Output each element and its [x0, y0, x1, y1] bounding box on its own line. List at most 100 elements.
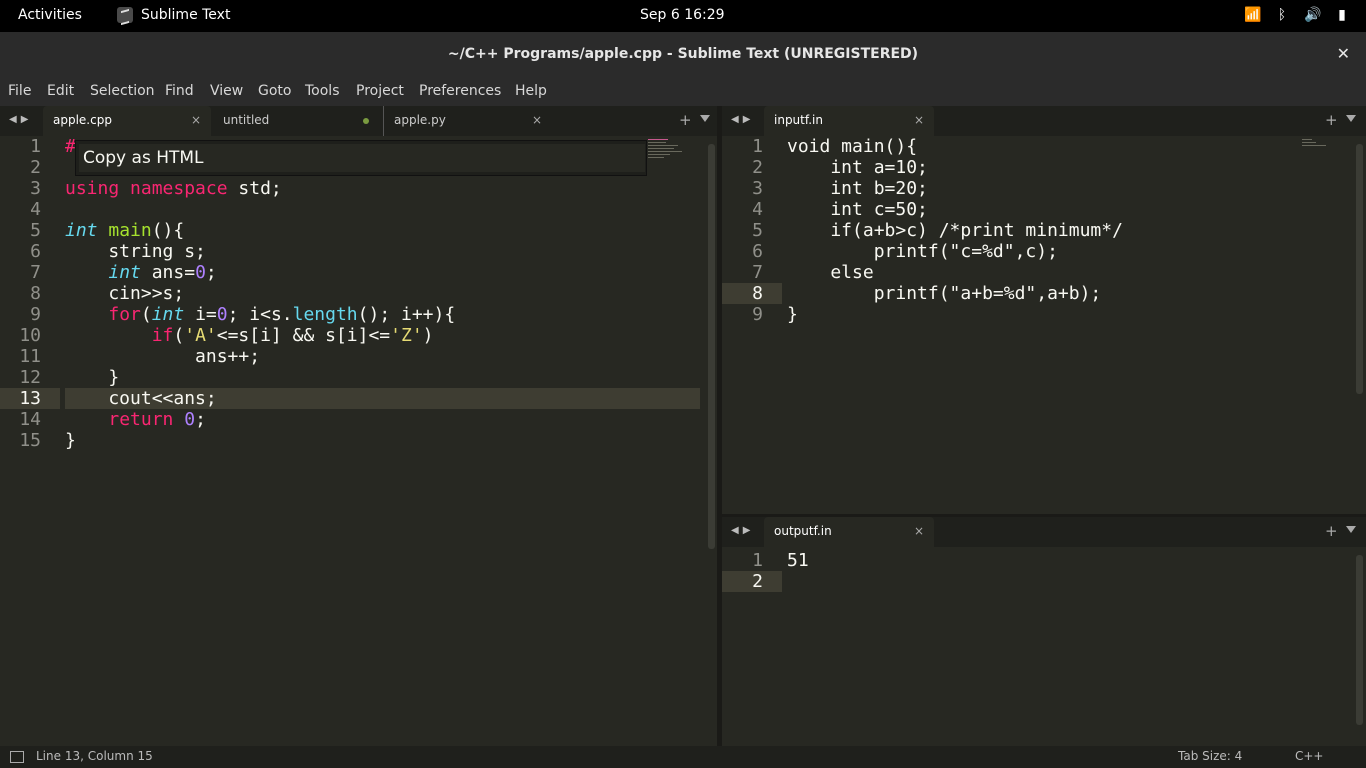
tab-apple-cpp[interactable]: apple.cpp × — [43, 106, 211, 136]
code-line: int b=20; — [787, 178, 928, 199]
line-number: 9 — [752, 304, 763, 325]
code-line: else — [787, 262, 874, 283]
window-title: ~/C++ Programs/apple.cpp - Sublime Text … — [447, 46, 919, 62]
tab-nav-arrows[interactable]: ◀▶ — [9, 114, 32, 125]
bottom-right-tab-bar: ◀▶ outputf.in × + — [722, 517, 1366, 547]
clock[interactable]: Sep 6 16:29 — [640, 7, 725, 23]
line-number: 3 — [30, 178, 41, 199]
tab-close-icon[interactable]: × — [532, 113, 542, 127]
menu-preferences[interactable]: Preferences — [419, 83, 501, 99]
tab-label: untitled — [223, 113, 270, 127]
menu-edit[interactable]: Edit — [47, 83, 74, 99]
code-area[interactable]: void main(){ int a=10; int b=20; int c=5… — [787, 136, 1346, 325]
tab-untitled[interactable]: untitled — [213, 106, 381, 136]
tab-list-dropdown-icon[interactable] — [1346, 115, 1356, 122]
scrollbar-left[interactable] — [708, 144, 715, 549]
menu-help[interactable]: Help — [515, 83, 547, 99]
command-input-field[interactable] — [79, 144, 645, 172]
menu-find[interactable]: Find — [165, 83, 194, 99]
line-number-current: 8 — [722, 283, 782, 304]
bluetooth-icon[interactable]: ᛒ — [1274, 6, 1290, 24]
line-number: 8 — [30, 283, 41, 304]
wifi-icon[interactable]: 📶 — [1244, 6, 1261, 24]
new-tab-plus-icon[interactable]: + — [1325, 522, 1338, 540]
line-number: 2 — [752, 157, 763, 178]
line-number: 5 — [752, 220, 763, 241]
tab-nav-arrows[interactable]: ◀▶ — [731, 114, 754, 125]
tab-close-icon[interactable]: × — [914, 524, 924, 538]
code-line-current — [787, 571, 1346, 592]
code-line: return 0; — [108, 409, 206, 430]
line-number-gutter: 1 2 — [722, 550, 782, 592]
line-number: 1 — [752, 136, 763, 157]
system-top-bar: Activities Sublime Text Sep 6 16:29 📶 ᛒ … — [0, 0, 1366, 32]
scrollbar-top-right[interactable] — [1356, 144, 1363, 394]
code-line: void main(){ — [787, 136, 918, 157]
code-line: if('A'<=s[i] && s[i]<='Z') — [151, 325, 434, 346]
line-number: 4 — [30, 199, 41, 220]
code-line: int ans=0; — [108, 262, 217, 283]
line-number: 3 — [752, 178, 763, 199]
menu-selection[interactable]: Selection — [90, 83, 155, 99]
tab-label: apple.py — [394, 113, 446, 127]
tab-list-dropdown-icon[interactable] — [700, 115, 710, 122]
menu-bar: File Edit Selection Find View Goto Tools… — [0, 78, 1366, 106]
line-number: 15 — [19, 430, 41, 451]
line-number: 1 — [752, 550, 763, 571]
new-tab-plus-icon[interactable]: + — [1325, 111, 1338, 129]
battery-icon[interactable]: ▮ — [1334, 6, 1350, 24]
code-area[interactable]: 51 — [787, 550, 1346, 592]
menu-goto[interactable]: Goto — [258, 83, 291, 99]
tab-size-selector[interactable]: Tab Size: 4 — [1178, 749, 1242, 763]
code-line: int c=50; — [787, 199, 928, 220]
menu-file[interactable]: File — [8, 83, 31, 99]
tab-apple-py[interactable]: apple.py × — [383, 106, 551, 136]
menu-tools[interactable]: Tools — [305, 83, 340, 99]
line-number: 6 — [752, 241, 763, 262]
editor-pane-bottom-right[interactable]: 1 2 51 — [722, 547, 1366, 746]
line-number: 6 — [30, 241, 41, 262]
syntax-selector[interactable]: C++ — [1295, 749, 1324, 763]
minimap[interactable] — [648, 139, 696, 179]
tab-list-dropdown-icon[interactable] — [1346, 526, 1356, 533]
left-tab-bar: ◀▶ apple.cpp × untitled apple.py × + — [0, 106, 720, 136]
sublime-text-icon — [117, 7, 133, 23]
volume-icon[interactable]: 🔊 — [1304, 6, 1321, 24]
code-line: using namespace std; — [65, 178, 282, 199]
show-panel-icon[interactable] — [10, 751, 24, 763]
scrollbar-bottom-right[interactable] — [1356, 555, 1363, 725]
app-menu[interactable]: Sublime Text — [117, 7, 230, 23]
new-tab-plus-icon[interactable]: + — [679, 111, 692, 129]
code-line: string s; — [65, 241, 206, 262]
code-line: for(int i=0; i<s.length(); i++){ — [108, 304, 456, 325]
code-line: } — [787, 304, 798, 325]
menu-project[interactable]: Project — [356, 83, 404, 99]
code-line: int main(){ — [65, 220, 185, 241]
line-number-gutter: 1 2 3 4 5 6 7 8 9 — [722, 136, 782, 325]
line-number: 9 — [30, 304, 41, 325]
line-number: 10 — [19, 325, 41, 346]
tab-close-icon[interactable]: × — [914, 113, 924, 127]
activities-button[interactable]: Activities — [18, 7, 82, 23]
minimap[interactable] — [1302, 139, 1332, 179]
system-tray[interactable]: 📶 ᛒ 🔊 ▮ — [1244, 6, 1350, 24]
tab-nav-arrows[interactable]: ◀▶ — [731, 525, 754, 536]
tab-label: outputf.in — [774, 524, 832, 538]
line-number: 5 — [30, 220, 41, 241]
code-line: printf("c=%d",c); — [787, 241, 1058, 262]
tab-inputf-in[interactable]: inputf.in × — [764, 106, 934, 136]
tab-close-icon[interactable]: × — [191, 113, 201, 127]
menu-view[interactable]: View — [210, 83, 243, 99]
editor-pane-top-right[interactable]: 1 2 3 4 5 6 7 8 9 void main(){ int a=10;… — [722, 136, 1366, 514]
code-line-current: printf("a+b=%d",a+b); — [787, 283, 1102, 304]
line-number: 11 — [19, 346, 41, 367]
editor-pane-left[interactable]: 1 2 3 4 5 6 7 8 9 10 11 12 13 14 15 # us… — [0, 136, 720, 746]
window-close-button[interactable]: ✕ — [1337, 44, 1350, 63]
line-number-current: 13 — [0, 388, 60, 409]
line-number: 14 — [19, 409, 41, 430]
code-line-current: cout<<ans; — [65, 388, 700, 409]
code-area[interactable]: # using namespace std; int main(){ strin… — [65, 136, 700, 451]
tab-label: inputf.in — [774, 113, 823, 127]
tab-outputf-in[interactable]: outputf.in × — [764, 517, 934, 547]
